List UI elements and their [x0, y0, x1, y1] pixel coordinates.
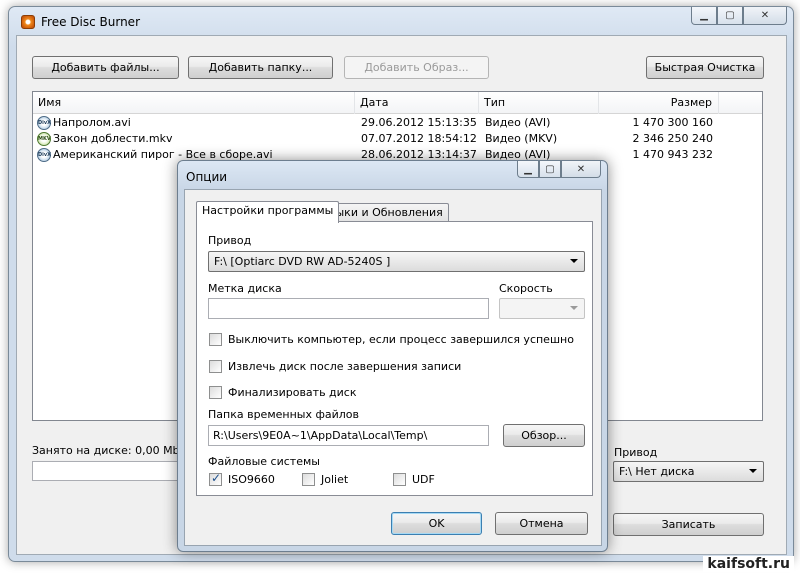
- speed-select[interactable]: [499, 298, 585, 319]
- dialog-window-controls: ▁ ▢ ✕: [517, 161, 601, 178]
- drive-label: Привод: [614, 446, 658, 459]
- window-controls: ▁ ▢ ✕: [691, 7, 787, 25]
- app-disc-icon: [21, 15, 35, 29]
- maximize-icon[interactable]: ▢: [539, 161, 561, 178]
- file-name: Закон доблести.mkv: [53, 132, 173, 145]
- disk-usage-progress: [32, 461, 192, 481]
- tab-program-settings[interactable]: Настройки программы: [196, 201, 340, 223]
- title-bar: Free Disc Burner ▁ ▢ ✕: [9, 7, 793, 35]
- file-date: 29.06.2012 15:13:35: [361, 116, 477, 129]
- joliet-label: Joliet: [321, 473, 349, 486]
- shutdown-checkbox-label: Выключить компьютер, если процесс заверш…: [228, 333, 574, 346]
- drive-select-value: F:\ Нет диска: [619, 465, 695, 478]
- file-date: 07.07.2012 18:54:12: [361, 132, 477, 145]
- udf-checkbox[interactable]: [393, 473, 406, 486]
- file-size: 1 470 943 232: [632, 148, 713, 161]
- shutdown-checkbox[interactable]: [209, 333, 222, 346]
- maximize-icon[interactable]: ▢: [717, 7, 743, 25]
- udf-label: UDF: [412, 473, 435, 486]
- file-name: Напролом.avi: [53, 116, 131, 129]
- quick-clear-button[interactable]: Быстрая Очистка: [646, 56, 764, 79]
- close-icon[interactable]: ✕: [743, 7, 787, 25]
- drive-select[interactable]: F:\ [Optiarc DVD RW AD-5240S ]: [208, 251, 585, 272]
- ok-button[interactable]: OK: [391, 512, 482, 535]
- column-header-type[interactable]: Тип: [479, 92, 599, 114]
- browse-button[interactable]: Обзор...: [503, 424, 585, 447]
- file-systems-label: Файловые системы: [208, 455, 320, 468]
- chevron-down-icon: [749, 469, 757, 473]
- temp-folder-input[interactable]: R:\Users\9E0A~1\AppData\Local\Temp\: [208, 425, 489, 446]
- table-row[interactable]: MKV Закон доблести.mkv 07.07.2012 18:54:…: [33, 131, 762, 147]
- file-type: Видео (MKV): [485, 132, 558, 145]
- speed-label: Скорость: [499, 282, 553, 295]
- cancel-button[interactable]: Отмена: [495, 512, 588, 535]
- dialog-client-area: Настройки программы Языки и Обновления П…: [184, 189, 602, 546]
- eject-checkbox-label: Извлечь диск после завершения записи: [228, 360, 462, 373]
- minimize-icon[interactable]: ▁: [691, 7, 717, 25]
- drive-label: Привод: [208, 234, 252, 247]
- finalize-checkbox-label: Финализировать диск: [228, 386, 357, 399]
- settings-panel: Привод F:\ [Optiarc DVD RW AD-5240S ] Ме…: [196, 221, 593, 496]
- finalize-checkbox[interactable]: [209, 386, 222, 399]
- mkv-file-icon: MKV: [37, 132, 51, 146]
- drive-select[interactable]: F:\ Нет диска: [613, 461, 764, 482]
- options-dialog: Опции ▁ ▢ ✕ Настройки программы Языки и …: [177, 160, 608, 552]
- eject-checkbox[interactable]: [209, 360, 222, 373]
- drive-select-value: F:\ [Optiarc DVD RW AD-5240S ]: [214, 255, 391, 268]
- file-size: 1 470 300 160: [632, 116, 713, 129]
- add-folder-button[interactable]: Добавить папку...: [188, 56, 333, 79]
- close-icon[interactable]: ✕: [561, 161, 601, 178]
- burn-button[interactable]: Записать: [613, 513, 764, 536]
- file-size: 2 346 250 240: [632, 132, 713, 145]
- column-header-size[interactable]: Размер: [599, 92, 719, 114]
- joliet-checkbox[interactable]: [302, 473, 315, 486]
- dialog-title: Опции: [186, 170, 228, 184]
- table-row[interactable]: DivX Напролом.avi 29.06.2012 15:13:35 Ви…: [33, 115, 762, 131]
- add-files-button[interactable]: Добавить файлы...: [32, 56, 179, 79]
- column-header-date[interactable]: Дата: [355, 92, 479, 114]
- file-type: Видео (AVI): [485, 116, 551, 129]
- file-list-header: Имя Дата Тип Размер: [33, 92, 762, 114]
- add-image-button[interactable]: Добавить Образ...: [344, 56, 489, 79]
- disc-label-label: Метка диска: [208, 282, 282, 295]
- chevron-down-icon: [570, 259, 578, 263]
- divx-file-icon: DivX: [37, 148, 51, 162]
- disc-label-input[interactable]: [208, 298, 489, 319]
- disk-usage-label: Занято на диске: 0,00 Mb: [32, 444, 180, 457]
- iso9660-label: ISO9660: [228, 473, 275, 486]
- chevron-down-icon: [570, 306, 578, 310]
- window-title: Free Disc Burner: [41, 15, 140, 29]
- divx-file-icon: DivX: [37, 116, 51, 130]
- watermark: kaifsoft.ru: [703, 556, 794, 572]
- column-header-name[interactable]: Имя: [33, 92, 355, 114]
- minimize-icon[interactable]: ▁: [517, 161, 539, 178]
- temp-folder-label: Папка временных файлов: [208, 408, 359, 421]
- iso9660-checkbox[interactable]: [209, 471, 222, 486]
